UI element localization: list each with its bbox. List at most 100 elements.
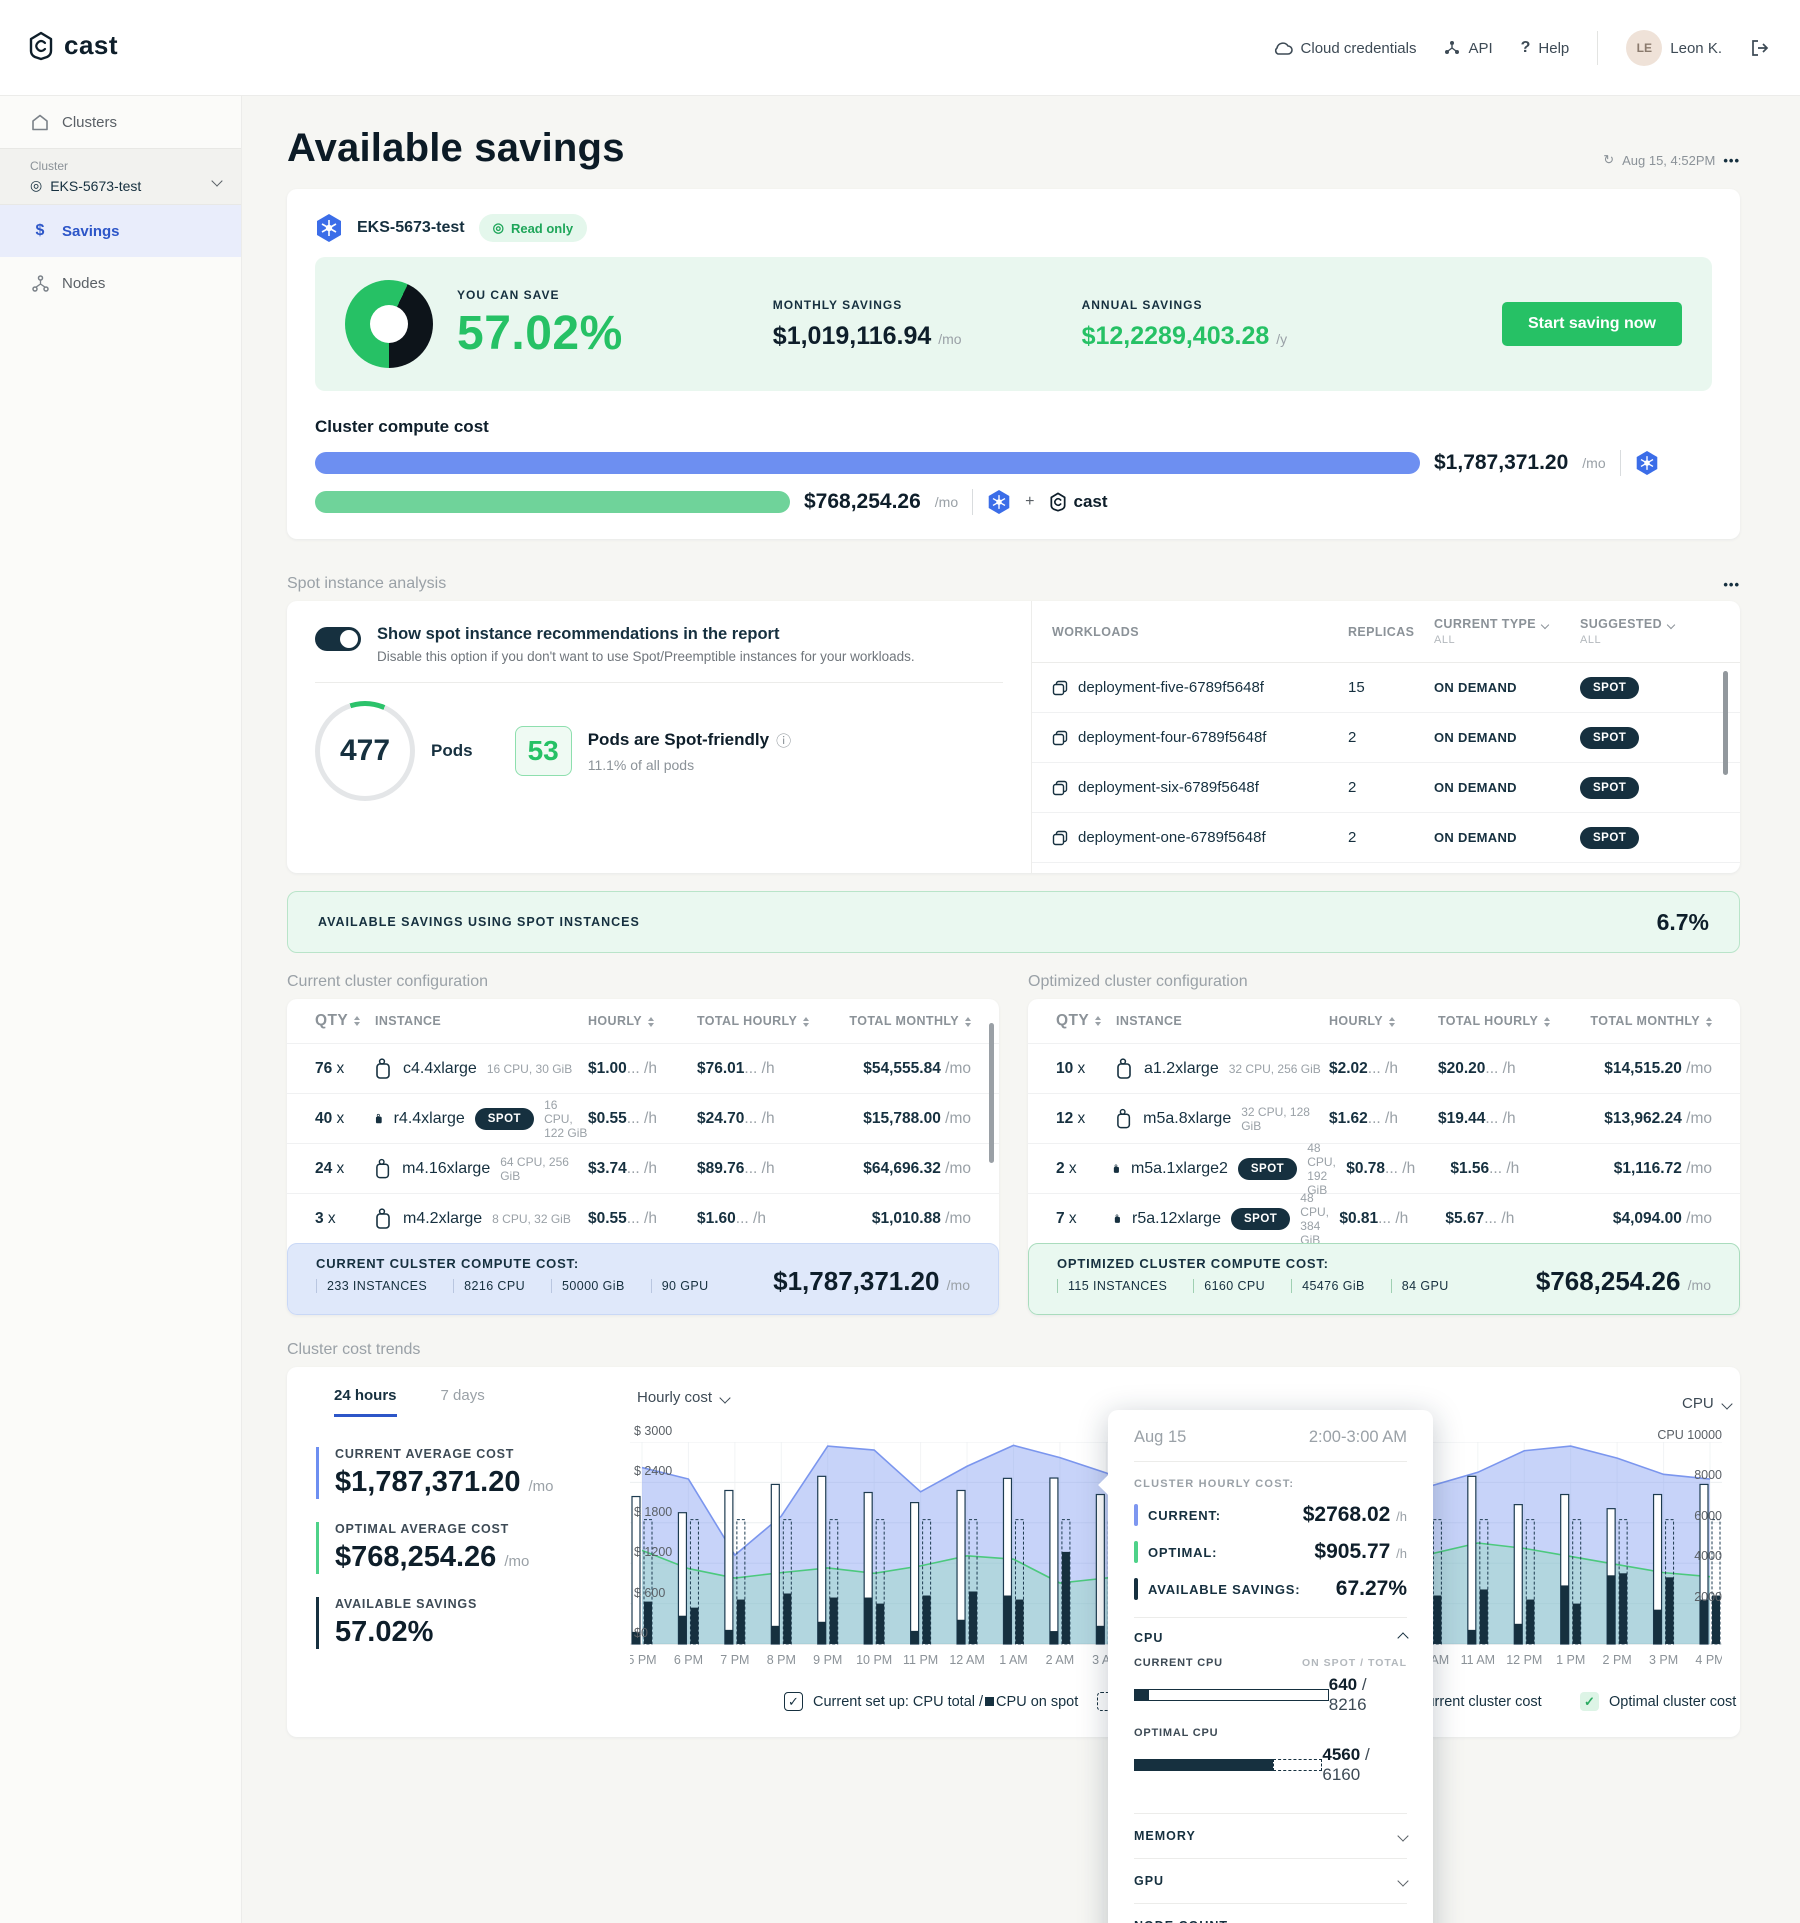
help-label: Help <box>1538 40 1569 57</box>
spot-section-more-icon[interactable]: ••• <box>1723 577 1740 592</box>
tooltip-section-memory[interactable]: MEMORY <box>1134 1813 1407 1858</box>
legend-label: Current cluster cost <box>1416 1694 1542 1710</box>
svg-text:11 AM: 11 AM <box>1461 1653 1496 1667</box>
svg-text:10 PM: 10 PM <box>856 1653 892 1667</box>
annual-savings-value: $12,2289,403.28 <box>1082 322 1270 350</box>
trends-section-title: Cluster cost trends <box>287 1341 1740 1359</box>
monthly-savings: MONTHLY SAVINGS $1,019,116.94 /mo <box>773 298 962 351</box>
config-hourly: $1.00... /h <box>588 1060 697 1078</box>
sort-icon <box>965 1017 971 1027</box>
api-link[interactable]: API <box>1444 40 1492 57</box>
footer-stat: 84 GPU <box>1391 1279 1449 1293</box>
col-total-monthly[interactable]: TOTAL MONTHLY <box>1552 1014 1712 1028</box>
config-hourly: $3.74... /h <box>588 1160 697 1178</box>
tooltip-section-node-count[interactable]: NODE COUNT <box>1134 1903 1407 1923</box>
config-hourly: $0.81... /h <box>1339 1210 1445 1228</box>
y-axis-right-tick: 2000 <box>1694 1590 1722 1604</box>
config-total-hourly: $19.44... /h <box>1438 1110 1552 1128</box>
cloud-icon <box>1273 41 1293 55</box>
cpu-dropdown[interactable]: CPU <box>1682 1395 1731 1412</box>
config-qty: 10 x <box>1056 1060 1116 1078</box>
config-row[interactable]: 10 x a1.2xlarge32 CPU, 256 GiB $2.02... … <box>1028 1043 1740 1093</box>
tooltip-cost-row: AVAILABLE SAVINGS: 67.27% <box>1134 1577 1407 1601</box>
kubernetes-icon <box>315 213 343 243</box>
optimized-config-footer: OPTIMIZED CLUSTER COMPUTE COST: 115 INST… <box>1028 1243 1740 1315</box>
cluster-selector[interactable]: Cluster ◎ EKS-5673-test <box>0 148 241 205</box>
col-total-monthly[interactable]: TOTAL MONTHLY <box>811 1014 971 1028</box>
tab-24-hours[interactable]: 24 hours <box>334 1387 397 1417</box>
col-instance: INSTANCE <box>1116 1014 1329 1028</box>
spot-badge: SPOT <box>475 1108 534 1130</box>
sidebar-item-clusters[interactable]: Clusters <box>0 96 241 148</box>
start-saving-button[interactable]: Start saving now <box>1502 302 1682 346</box>
workload-row[interactable]: deployment-four-6789f5648f 2 ON DEMAND S… <box>1032 863 1740 873</box>
spot-badge: SPOT <box>1231 1208 1290 1230</box>
instance-specs: 32 CPU, 256 GiB <box>1229 1062 1321 1076</box>
cloud-credentials-link[interactable]: Cloud credentials <box>1273 40 1417 57</box>
workload-row[interactable]: deployment-six-6789f5648f 2 ON DEMAND SP… <box>1032 763 1740 813</box>
col-qty[interactable]: QTY <box>1056 1012 1116 1030</box>
user-menu[interactable]: LE Leon K. <box>1626 30 1722 66</box>
pods-donut: 477 <box>315 701 415 801</box>
sidebar-item-savings[interactable]: $ Savings <box>0 205 241 257</box>
page-more-icon[interactable]: ••• <box>1723 153 1740 168</box>
config-row[interactable]: 3 x m4.2xlarge8 CPU, 32 GiB $0.55... /h … <box>287 1193 999 1243</box>
footer-stat: 8216 CPU <box>453 1279 525 1293</box>
config-total-hourly: $76.01... /h <box>697 1060 811 1078</box>
workload-row[interactable]: deployment-one-6789f5648f 2 ON DEMAND SP… <box>1032 813 1740 863</box>
hourly-cost-dropdown[interactable]: Hourly cost <box>637 1389 729 1406</box>
info-icon[interactable]: ⓘ <box>776 730 791 751</box>
spot-recommendations-toggle[interactable] <box>315 627 361 651</box>
divider <box>972 489 973 515</box>
workload-row[interactable]: deployment-four-6789f5648f 2 ON DEMAND S… <box>1032 713 1740 763</box>
config-row[interactable]: 12 x m5a.8xlarge32 CPU, 128 GiB $1.62...… <box>1028 1093 1740 1143</box>
col-qty[interactable]: QTY <box>315 1012 375 1030</box>
read-only-badge: ◎ Read only <box>479 214 587 242</box>
col-total-hourly[interactable]: TOTAL HOURLY <box>697 1014 811 1028</box>
cluster-target-icon: ◎ <box>30 177 42 194</box>
config-total-monthly: $1,116.72 /mo <box>1559 1160 1712 1178</box>
footer-stat: 45476 GiB <box>1291 1279 1365 1293</box>
footer-stat: 233 INSTANCES <box>316 1279 427 1293</box>
config-qty: 7 x <box>1056 1210 1114 1228</box>
instance-name: c4.4xlarge <box>403 1060 477 1078</box>
sort-icon <box>1389 1017 1395 1027</box>
instance-specs: 48 CPU, 384 GiB <box>1300 1191 1339 1247</box>
logout-button[interactable] <box>1750 39 1770 57</box>
chevron-down-icon <box>1397 1830 1408 1841</box>
tab-7-days[interactable]: 7 days <box>441 1387 485 1417</box>
sidebar-item-nodes[interactable]: Nodes <box>0 257 241 309</box>
col-hourly[interactable]: HOURLY <box>1329 1014 1438 1028</box>
config-row[interactable]: 7 x r5a.12xlargeSPOT48 CPU, 384 GiB $0.8… <box>1028 1193 1740 1243</box>
col-suggested-filter[interactable]: SUGGESTED ALL <box>1580 617 1700 646</box>
config-row[interactable]: 40 x r4.4xlargeSPOT16 CPU, 122 GiB $0.55… <box>287 1093 999 1143</box>
refresh-icon[interactable]: ↻ <box>1603 152 1614 168</box>
legend-current-setup[interactable]: ✓ Current set up: CPU total /CPU on spot <box>784 1692 1078 1711</box>
current-cpu-bar <box>1134 1689 1329 1701</box>
col-current-type-filter[interactable]: CURRENT TYPE ALL <box>1434 617 1580 646</box>
sidebar-nodes-label: Nodes <box>62 275 105 292</box>
copy-icon <box>1052 830 1068 846</box>
col-hourly[interactable]: HOURLY <box>588 1014 697 1028</box>
tooltip-section-label: NODE COUNT <box>1134 1919 1228 1923</box>
tooltip-section-gpu[interactable]: GPU <box>1134 1858 1407 1903</box>
pods-label: Pods <box>431 741 473 761</box>
config-row[interactable]: 24 x m4.16xlarge64 CPU, 256 GiB $3.74...… <box>287 1143 999 1193</box>
config-scrollbar[interactable] <box>989 1023 994 1163</box>
chevron-up-icon[interactable] <box>1397 1632 1408 1643</box>
nodes-icon <box>30 275 50 292</box>
cpu-section-title: CPU <box>1134 1631 1163 1645</box>
config-row[interactable]: 2 x m5a.1xlarge2SPOT48 CPU, 192 GiB $0.7… <box>1028 1143 1740 1193</box>
svg-text:1 AM: 1 AM <box>999 1653 1028 1667</box>
on-demand-instance-icon <box>1116 1058 1134 1080</box>
cast-logo[interactable]: cast <box>26 30 118 61</box>
workloads-scrollbar[interactable] <box>1723 671 1728 775</box>
legend-optimal-cluster-cost[interactable]: ✓ Optimal cluster cost <box>1580 1692 1736 1711</box>
workload-name: deployment-six-6789f5648f <box>1078 779 1259 796</box>
help-link[interactable]: ? Help <box>1521 39 1570 57</box>
col-total-hourly[interactable]: TOTAL HOURLY <box>1438 1014 1552 1028</box>
config-table-body: 76 x c4.4xlarge16 CPU, 30 GiB $1.00... /… <box>287 1043 999 1243</box>
workload-row[interactable]: deployment-five-6789f5648f 15 ON DEMAND … <box>1032 663 1740 713</box>
current-config-total: $1,787,371.20 <box>773 1266 939 1296</box>
config-row[interactable]: 76 x c4.4xlarge16 CPU, 30 GiB $1.00... /… <box>287 1043 999 1093</box>
